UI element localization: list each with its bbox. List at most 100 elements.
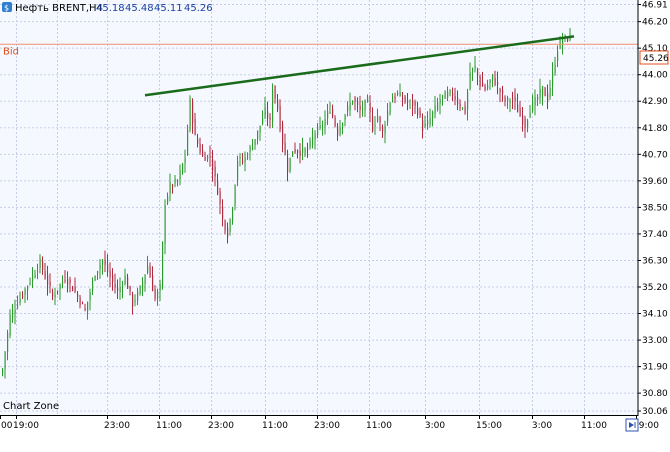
chart: Bid 46.91 46.20 45.10 44.00 42.90 41.80 40.70 3… bbox=[0, 0, 670, 448]
candle-body-210 bbox=[527, 120, 529, 127]
open-value: 45.18 bbox=[96, 3, 125, 14]
candle-body-91 bbox=[229, 219, 231, 232]
low-value: 45.11 bbox=[154, 3, 183, 14]
y-tick-label-15: 30.80 bbox=[642, 389, 668, 399]
candle-body-138 bbox=[347, 105, 349, 112]
candle-body-105 bbox=[264, 106, 266, 117]
candle-body-174 bbox=[437, 102, 439, 110]
x-tick-label-4: 23:00 bbox=[208, 421, 234, 431]
candle-body-214 bbox=[537, 96, 539, 100]
candle-body-191 bbox=[479, 76, 481, 87]
candle-body-70 bbox=[177, 180, 179, 183]
candle-body-46 bbox=[117, 287, 119, 291]
candle-body-189 bbox=[474, 65, 476, 69]
candle-body-184 bbox=[462, 107, 464, 109]
candle-body-169 bbox=[424, 123, 426, 127]
candle-body-40 bbox=[102, 260, 104, 265]
candle-body-15 bbox=[39, 259, 41, 269]
candle-body-190 bbox=[477, 68, 479, 76]
candle-body-14 bbox=[37, 271, 39, 273]
candle-body-209 bbox=[524, 118, 526, 128]
y-tick-label-12: 34.10 bbox=[642, 310, 668, 320]
chart-header: $ Нефть BRENT,H4 45.18 45.48 45.11 45.26 bbox=[2, 2, 213, 14]
candle-body-36 bbox=[92, 280, 94, 292]
candle-body-201 bbox=[504, 97, 506, 102]
candle-body-33 bbox=[84, 308, 86, 311]
candle-body-76 bbox=[192, 101, 194, 124]
scroll-to-end-icon[interactable] bbox=[625, 418, 639, 432]
candle-body-123 bbox=[309, 139, 311, 148]
candle-body-195 bbox=[489, 79, 491, 84]
candle-body-71 bbox=[179, 170, 181, 180]
candle-body-164 bbox=[412, 100, 414, 106]
candle-body-178 bbox=[447, 91, 449, 98]
chart-svg: Bid 46.9146.2045.1044.0042.9041.8040.703… bbox=[0, 0, 669, 432]
symbol-title: Нефть BRENT,H4 bbox=[15, 3, 103, 14]
candle-body-133 bbox=[334, 117, 336, 126]
x-tick-label-3: 11:00 bbox=[156, 421, 182, 431]
candle-body-17 bbox=[44, 270, 46, 279]
candle-body-13 bbox=[34, 274, 36, 278]
candle-body-148 bbox=[372, 115, 374, 132]
candle-body-182 bbox=[457, 97, 459, 105]
candle-body-175 bbox=[439, 98, 441, 105]
candle-body-25 bbox=[64, 279, 66, 281]
candle-body-48 bbox=[122, 285, 124, 288]
candle-body-221 bbox=[554, 64, 556, 74]
candle-body-167 bbox=[419, 110, 421, 117]
candle-body-159 bbox=[399, 92, 401, 97]
candle-body-64 bbox=[162, 242, 164, 288]
candle-body-154 bbox=[387, 111, 389, 123]
candle-body-1 bbox=[4, 351, 6, 369]
candle-body-211 bbox=[529, 112, 531, 118]
candle-body-50 bbox=[127, 277, 129, 289]
candle-body-176 bbox=[442, 95, 444, 97]
candle-body-220 bbox=[552, 72, 554, 86]
candle-body-135 bbox=[339, 127, 341, 135]
candle-body-172 bbox=[432, 111, 434, 118]
candle-body-84 bbox=[212, 159, 214, 171]
candle-body-204 bbox=[512, 98, 514, 100]
candle-body-47 bbox=[119, 286, 121, 293]
candle-body-118 bbox=[297, 150, 299, 154]
candle-body-16 bbox=[42, 261, 44, 271]
candle-body-38 bbox=[97, 271, 99, 274]
candle-body-102 bbox=[257, 130, 259, 140]
candle-body-117 bbox=[294, 149, 296, 153]
candle-body-90 bbox=[227, 227, 229, 238]
y-tick-label-11: 35.20 bbox=[642, 283, 668, 293]
candle-body-37 bbox=[94, 276, 96, 281]
x-tick-label-10: 3:00 bbox=[532, 421, 552, 431]
candle-body-2 bbox=[7, 332, 9, 352]
candle-body-24 bbox=[62, 281, 64, 284]
y-tick-label-16: 30.06 bbox=[642, 407, 668, 417]
candle-body-180 bbox=[452, 93, 454, 96]
candle-body-59 bbox=[149, 266, 151, 278]
candle-body-89 bbox=[224, 220, 226, 231]
candle-body-79 bbox=[199, 143, 201, 153]
candle-body-137 bbox=[344, 114, 346, 120]
candle-body-161 bbox=[404, 96, 406, 102]
candle-body-98 bbox=[247, 156, 249, 158]
candle-body-4 bbox=[12, 310, 14, 318]
y-tick-label-13: 33.00 bbox=[642, 336, 668, 346]
y-tick-label-5: 41.80 bbox=[642, 124, 668, 134]
chart-zone-watermark: Chart Zone bbox=[3, 401, 59, 412]
candle-body-193 bbox=[484, 86, 486, 90]
candle-body-124 bbox=[312, 136, 314, 145]
candle-body-202 bbox=[507, 97, 509, 101]
candle-body-86 bbox=[217, 180, 219, 195]
candle-body-112 bbox=[282, 123, 284, 145]
candle-body-35 bbox=[89, 292, 91, 301]
candle-body-165 bbox=[414, 101, 416, 106]
candle-body-185 bbox=[464, 106, 466, 113]
candle-body-28 bbox=[72, 286, 74, 292]
candle-body-110 bbox=[277, 99, 279, 110]
candle-body-115 bbox=[289, 157, 291, 172]
candle-body-55 bbox=[139, 286, 141, 294]
candle-body-166 bbox=[417, 108, 419, 115]
bid-price-label: 45.26 bbox=[643, 54, 669, 64]
candle-body-153 bbox=[384, 125, 386, 134]
candle-body-81 bbox=[204, 156, 206, 161]
candle-body-156 bbox=[392, 99, 394, 103]
